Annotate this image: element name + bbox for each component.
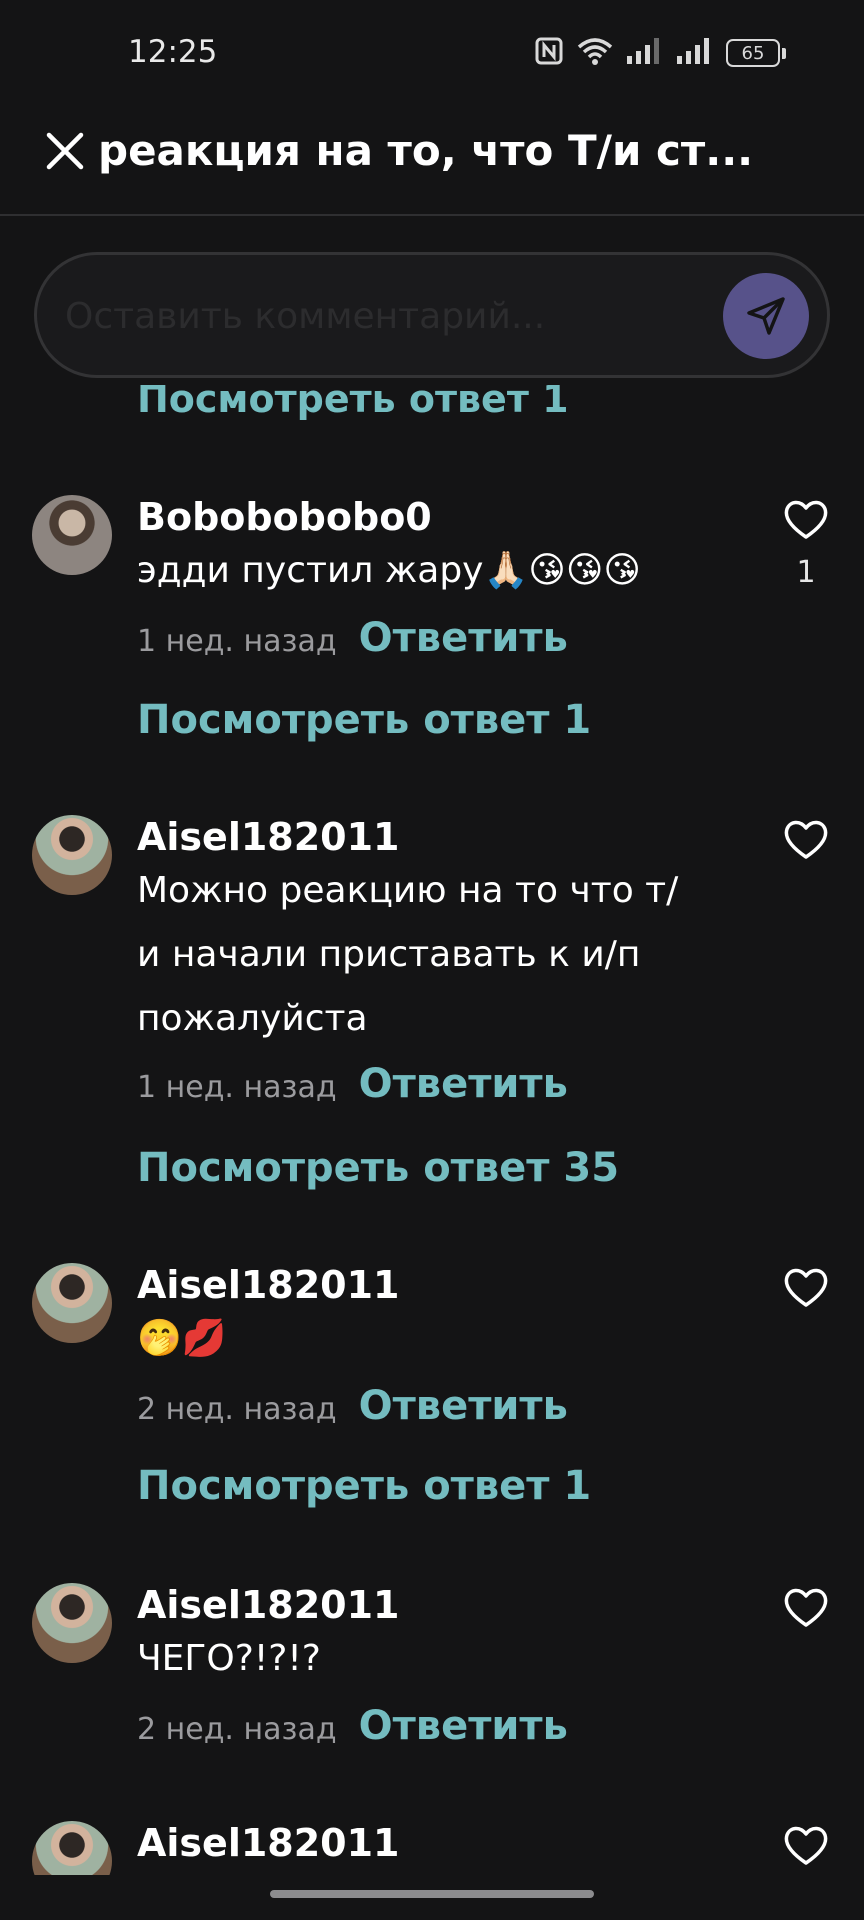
home-indicator[interactable] [270,1890,594,1898]
comments-screen: 12:25 65 реакция на то, что Т/и ст... Ос… [0,0,864,1920]
header: реакция на то, что Т/и ст... [0,110,864,216]
like-count: 1 [796,555,816,590]
close-icon[interactable] [42,128,88,174]
comment-time: 2 нед. назад [137,1712,337,1747]
comment-time: 1 нед. назад [137,624,337,659]
comment-text: Можно реакцию на то что т/ и начали прис… [137,859,697,1051]
like-control [778,1821,834,1869]
heart-icon[interactable] [782,1821,830,1869]
reply-button[interactable]: Ответить [359,1383,568,1429]
comment-username[interactable]: Aisel182011 [137,815,400,859]
comment-text-line: пожалуйста [137,998,368,1039]
status-bar: 12:25 65 [0,0,864,110]
comment-meta: 1 нед. назад Ответить [137,1061,568,1107]
comment-text-line: Можно реакцию на то что т/ [137,870,679,911]
comment-text: 🤭💋 [137,1318,227,1359]
comment-text: эдди пустил жару🙏🏻😘😘😘 [137,550,641,591]
view-replies-link[interactable]: Посмотреть ответ 1 [137,1463,591,1509]
avatar[interactable] [32,1821,112,1875]
comment-username[interactable]: Aisel182011 [137,1263,400,1307]
comment-text: ЧЕГО?!?!? [137,1638,321,1679]
comment-username[interactable]: Bobobobobo0 [137,495,432,539]
signal-icon [676,36,714,70]
heart-icon[interactable] [782,1583,830,1631]
comment-time: 2 нед. назад [137,1392,337,1427]
signal-icon [626,36,664,70]
status-time: 12:25 [128,34,218,70]
reply-button[interactable]: Ответить [359,1703,568,1749]
comment-input-container [34,252,830,378]
view-replies-link[interactable]: Посмотреть ответ 1 [137,385,569,421]
like-control [778,815,834,863]
comment-meta: 2 нед. назад Ответить [137,1703,568,1749]
avatar[interactable] [32,495,112,575]
like-control: 1 [778,495,834,590]
avatar[interactable] [32,1583,112,1663]
avatar[interactable] [32,815,112,895]
reply-button[interactable]: Ответить [359,615,568,661]
battery-icon: 65 [726,39,786,67]
page-title: реакция на то, что Т/и ст... [98,126,754,175]
heart-icon[interactable] [782,815,830,863]
comment-time: 1 нед. назад [137,1070,337,1105]
like-control [778,1583,834,1631]
wifi-icon [576,36,614,70]
heart-icon[interactable] [782,495,830,543]
send-icon [747,297,785,335]
status-icons: 65 [534,36,786,70]
nfc-icon [534,36,564,70]
battery-level: 65 [726,39,780,67]
like-control [778,1263,834,1311]
comment-text-line: и начали приставать к и/п [137,934,641,975]
heart-icon[interactable] [782,1263,830,1311]
comment-input[interactable] [65,281,685,351]
view-replies-link[interactable]: Посмотреть ответ 35 [137,1145,619,1191]
comment-meta: 2 нед. назад Ответить [137,1383,568,1429]
comment-username[interactable]: Aisel182011 [137,1583,400,1627]
comment-meta: 1 нед. назад Ответить [137,615,568,661]
avatar[interactable] [32,1263,112,1343]
view-replies-link[interactable]: Посмотреть ответ 1 [137,697,591,743]
comment-username[interactable]: Aisel182011 [137,1821,400,1865]
send-button[interactable] [723,273,809,359]
reply-button[interactable]: Ответить [359,1061,568,1107]
comments-list[interactable]: Посмотреть ответ 1 Bobobobobo0 эдди пуст… [0,385,864,1875]
